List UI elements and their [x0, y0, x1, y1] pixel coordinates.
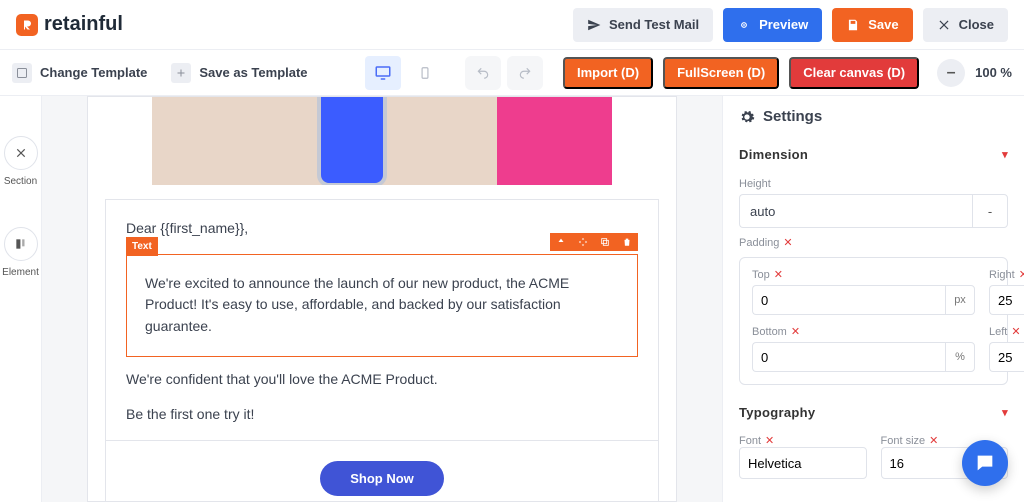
save-as-template-label: Save as Template: [199, 65, 307, 80]
sidebar-element-label: Element: [2, 267, 39, 278]
padding-top-label: Top✕: [752, 268, 975, 281]
email-canvas[interactable]: Dear {{first_name}}, Text We're excited …: [87, 96, 677, 502]
selected-block-label: Text: [126, 237, 158, 257]
body-text-section[interactable]: Dear {{first_name}}, Text We're excited …: [105, 199, 659, 441]
hero-image[interactable]: [152, 97, 612, 185]
padding-group: Top✕ px Right✕ px Bottom✕ % Left✕ px: [739, 257, 1008, 385]
preview-button[interactable]: Preview: [723, 8, 822, 42]
padding-right-label: Right✕: [989, 268, 1024, 281]
shop-now-button[interactable]: Shop Now: [320, 461, 444, 496]
drag-icon[interactable]: [576, 235, 590, 249]
chat-icon: [974, 452, 996, 474]
save-as-template-button[interactable]: Save as Template: [171, 63, 307, 83]
close-icon: [937, 18, 951, 32]
close-button[interactable]: Close: [923, 8, 1008, 42]
padding-bottom-unit[interactable]: %: [945, 342, 975, 372]
brand: retainful: [16, 13, 123, 36]
sidebar-section-tab[interactable]: Section: [4, 136, 38, 187]
padding-label: Padding✕: [739, 236, 1008, 249]
paragraph-be-first: Be the first one try it!: [126, 404, 638, 426]
selected-paragraph: We're excited to announce the launch of …: [145, 275, 569, 334]
move-up-icon[interactable]: [554, 235, 568, 249]
clear-canvas-button[interactable]: Clear canvas (D): [789, 57, 919, 89]
redo-icon: [516, 66, 534, 80]
settings-title: Settings: [739, 108, 1008, 125]
canvas-area: Dear {{first_name}}, Text We're excited …: [42, 96, 722, 502]
section-icon: [4, 136, 38, 170]
sidebar-left: Section Element: [0, 96, 42, 502]
padding-bottom-input[interactable]: [752, 342, 945, 372]
font-input[interactable]: [739, 447, 867, 479]
send-test-button[interactable]: Send Test Mail: [573, 8, 713, 42]
typography-section-header[interactable]: Typography ▾: [739, 397, 1008, 428]
mobile-icon: [418, 64, 432, 82]
paragraph-confidence: We're confident that you'll love the ACM…: [126, 369, 638, 391]
main-area: Section Element Dear {{first_name}}, Tex…: [0, 96, 1024, 502]
eye-icon: [737, 18, 751, 32]
chevron-down-icon: ▾: [1002, 148, 1008, 161]
padding-left-label: Left✕: [989, 325, 1024, 338]
change-template-label: Change Template: [40, 65, 147, 80]
zoom-out-button[interactable]: –: [937, 59, 965, 87]
send-test-label: Send Test Mail: [609, 17, 699, 32]
padding-right-input[interactable]: [989, 285, 1024, 315]
element-icon: [4, 227, 38, 261]
height-label: Height: [739, 178, 1008, 190]
padding-bottom-label: Bottom✕: [752, 325, 975, 338]
app-header: retainful Send Test Mail Preview Save Cl…: [0, 0, 1024, 50]
height-input[interactable]: [739, 194, 972, 228]
hero-phone-graphic: [317, 97, 387, 185]
typography-label: Typography: [739, 405, 815, 420]
toolbar-center: [365, 56, 543, 90]
brand-name: retainful: [44, 13, 123, 36]
hero-pink-box-graphic: [497, 97, 612, 185]
duplicate-icon[interactable]: [598, 235, 612, 249]
device-desktop-button[interactable]: [365, 56, 401, 90]
undo-button[interactable]: [465, 56, 501, 90]
dimension-section-header[interactable]: Dimension ▾: [739, 139, 1008, 170]
redo-button[interactable]: [507, 56, 543, 90]
zoom-control: – 100 %: [937, 59, 1012, 87]
sidebar-element-tab[interactable]: Element: [2, 227, 39, 278]
padding-left-input[interactable]: [989, 342, 1024, 372]
cta-section[interactable]: Shop Now Hurry! We have limited stocks o…: [105, 441, 659, 502]
paper-plane-icon: [587, 18, 601, 32]
header-actions: Send Test Mail Preview Save Close: [573, 8, 1008, 42]
brand-logo-icon: [16, 14, 38, 36]
fullscreen-button[interactable]: FullScreen (D): [663, 57, 779, 89]
save-label: Save: [868, 17, 898, 32]
height-field: -: [739, 194, 1008, 228]
delete-icon[interactable]: [620, 235, 634, 249]
chevron-down-icon: ▾: [1002, 406, 1008, 419]
settings-title-label: Settings: [763, 108, 822, 125]
font-label: Font✕: [739, 434, 867, 447]
device-mobile-button[interactable]: [407, 56, 443, 90]
zoom-value: 100 %: [975, 65, 1012, 80]
chat-fab[interactable]: [962, 440, 1008, 486]
save-icon: [846, 18, 860, 32]
toolbar-left: Change Template Save as Template: [12, 63, 308, 83]
toolbar-right: Import (D) FullScreen (D) Clear canvas (…: [563, 57, 1012, 89]
padding-top-unit[interactable]: px: [945, 285, 975, 315]
change-template-button[interactable]: Change Template: [12, 63, 147, 83]
undo-icon: [474, 66, 492, 80]
import-button[interactable]: Import (D): [563, 57, 653, 89]
dimension-label: Dimension: [739, 147, 808, 162]
padding-top-input[interactable]: [752, 285, 945, 315]
selected-text-block[interactable]: Text We're excited to announce the launc…: [126, 254, 638, 357]
gear-icon: [739, 109, 755, 125]
close-label: Close: [959, 17, 994, 32]
desktop-icon: [374, 64, 392, 82]
sidebar-section-label: Section: [4, 176, 37, 187]
selected-block-toolbar: [550, 233, 638, 251]
height-unit[interactable]: -: [972, 194, 1008, 228]
editor-toolbar: Change Template Save as Template Import …: [0, 50, 1024, 96]
save-button[interactable]: Save: [832, 8, 912, 42]
save-template-icon: [171, 63, 191, 83]
preview-label: Preview: [759, 17, 808, 32]
template-icon: [12, 63, 32, 83]
